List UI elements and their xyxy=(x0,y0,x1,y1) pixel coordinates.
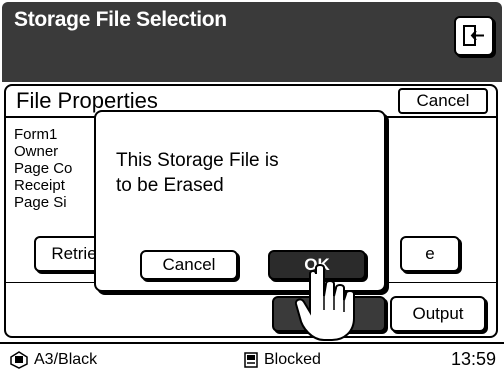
device-status: Blocked xyxy=(244,351,321,369)
dialog-cancel-button[interactable]: Cancel xyxy=(140,250,238,280)
property-item: Page Si xyxy=(14,194,67,211)
exit-door-icon xyxy=(463,25,484,46)
paper-label: A3/Black xyxy=(34,351,98,369)
dialog-message: This Storage File is to be Erased xyxy=(116,150,279,196)
status-bar: A3/Black Blocked 13:59 xyxy=(0,342,504,374)
property-item: Form1 xyxy=(14,126,58,143)
property-list: Form1 Owner Page Co Receipt Page Si xyxy=(14,126,72,211)
window-title: Storage File Selection xyxy=(14,8,227,31)
partial-right-button[interactable]: e xyxy=(400,236,460,272)
paper-status: A3/Black xyxy=(10,351,97,369)
tray-icon xyxy=(10,351,28,369)
output-button[interactable]: Output xyxy=(390,296,486,332)
title-bar: Storage File Selection xyxy=(2,2,502,82)
panel-cancel-button[interactable]: Cancel xyxy=(398,88,488,114)
status-label: Blocked xyxy=(264,351,321,368)
property-item: Receipt xyxy=(14,177,65,194)
hand-pointer-icon xyxy=(294,264,355,341)
clock: 13:59 xyxy=(450,349,496,369)
printer-icon xyxy=(244,352,258,368)
exit-button[interactable] xyxy=(454,16,494,56)
property-item: Page Co xyxy=(14,160,73,177)
property-item: Owner xyxy=(14,143,59,160)
